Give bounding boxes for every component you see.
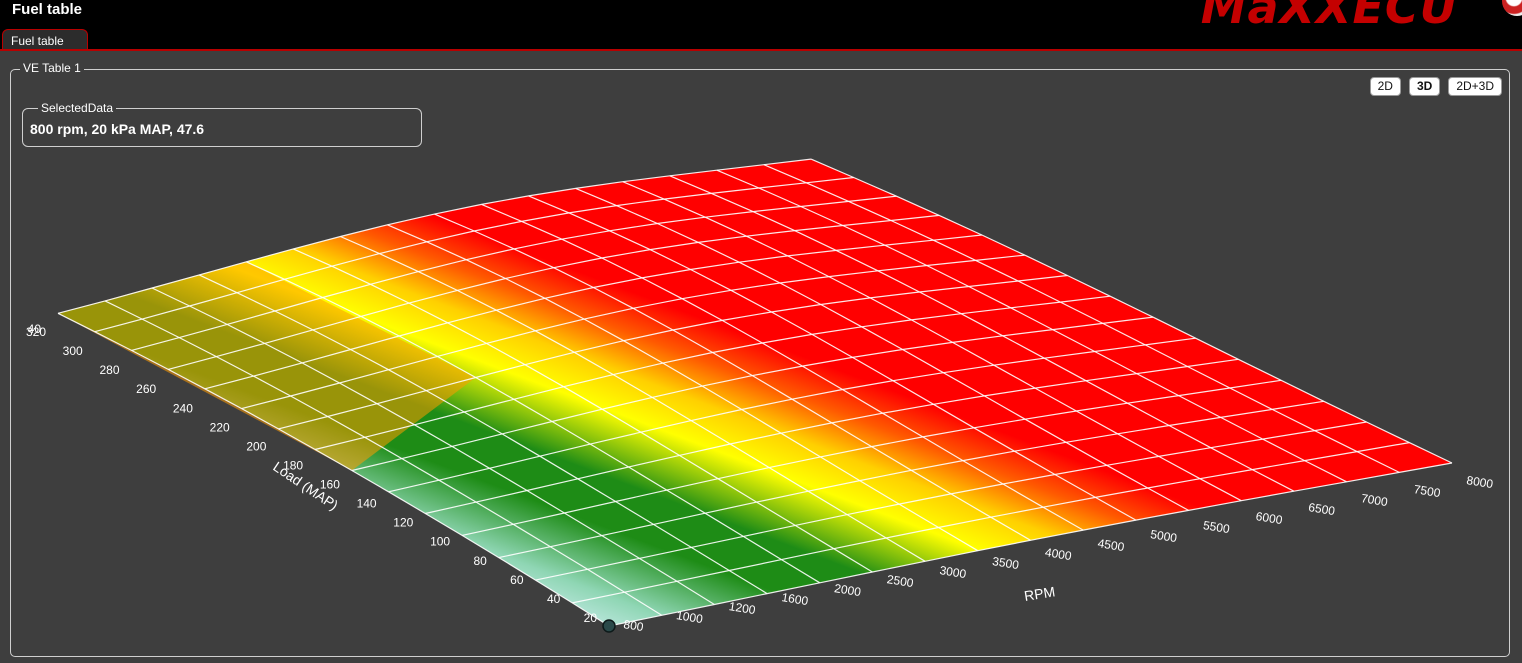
load-tick-label: 200 bbox=[246, 439, 266, 453]
load-tick-label: 280 bbox=[99, 363, 119, 377]
rpm-tick-label: 1600 bbox=[781, 590, 810, 608]
load-tick-label: 80 bbox=[473, 554, 487, 568]
window-title: Fuel table bbox=[12, 1, 83, 18]
rpm-tick-label: 3500 bbox=[991, 554, 1020, 572]
load-tick-label: 100 bbox=[430, 535, 450, 549]
view-3d-button[interactable]: 3D bbox=[1408, 77, 1441, 96]
selected-data-value: 800 rpm, 20 kPa MAP, 47.6 bbox=[30, 121, 205, 137]
z-tick-label: 40 bbox=[28, 322, 42, 336]
brand-badge-icon bbox=[1502, 0, 1522, 16]
selected-point-marker bbox=[602, 619, 616, 633]
load-tick-label: 260 bbox=[136, 382, 156, 396]
rpm-tick-label: 7500 bbox=[1413, 482, 1442, 500]
rpm-tick-label: 5500 bbox=[1202, 518, 1231, 536]
rpm-tick-label: 4500 bbox=[1097, 536, 1126, 554]
load-tick-label: 20 bbox=[584, 611, 598, 625]
load-tick-label: 240 bbox=[173, 401, 193, 415]
rpm-tick-label: 800 bbox=[623, 617, 645, 634]
load-tick-label: 300 bbox=[63, 344, 83, 358]
selected-data-title: SelectedData bbox=[38, 101, 117, 115]
view-mode-buttons: 2D 3D 2D+3D bbox=[1369, 77, 1502, 96]
rpm-tick-label: 6000 bbox=[1255, 509, 1284, 527]
main-panel: VE Table 1 800 1000 1200 1600 2000 2500 3000 35… bbox=[0, 51, 1522, 663]
rpm-tick-label: 7000 bbox=[1360, 491, 1389, 509]
load-tick-label: 60 bbox=[510, 573, 524, 587]
rpm-axis-title: RPM bbox=[1023, 583, 1056, 604]
load-tick-label: 120 bbox=[393, 516, 413, 530]
rpm-tick-label: 4000 bbox=[1044, 545, 1073, 563]
rpm-tick-label: 2000 bbox=[833, 581, 862, 599]
tab-strip: Fuel table bbox=[0, 29, 1522, 51]
title-bar: Fuel table MaXXECU bbox=[0, 0, 1522, 34]
rpm-tick-label: 5000 bbox=[1149, 527, 1178, 545]
rpm-tick-label: 1000 bbox=[675, 608, 704, 626]
view-2d3d-button[interactable]: 2D+3D bbox=[1448, 77, 1502, 96]
rpm-tick-label: 2500 bbox=[886, 572, 915, 590]
rpm-tick-label: 8000 bbox=[1466, 473, 1495, 491]
rpm-tick-label: 3000 bbox=[939, 563, 968, 581]
load-tick-label: 40 bbox=[547, 592, 561, 606]
rpm-tick-label: 1200 bbox=[728, 599, 757, 617]
tab-fuel-table[interactable]: Fuel table bbox=[2, 29, 88, 50]
load-tick-label: 140 bbox=[357, 497, 377, 511]
load-tick-label: 220 bbox=[210, 420, 230, 434]
view-2d-button[interactable]: 2D bbox=[1369, 77, 1401, 96]
rpm-tick-label: 6500 bbox=[1307, 500, 1336, 518]
